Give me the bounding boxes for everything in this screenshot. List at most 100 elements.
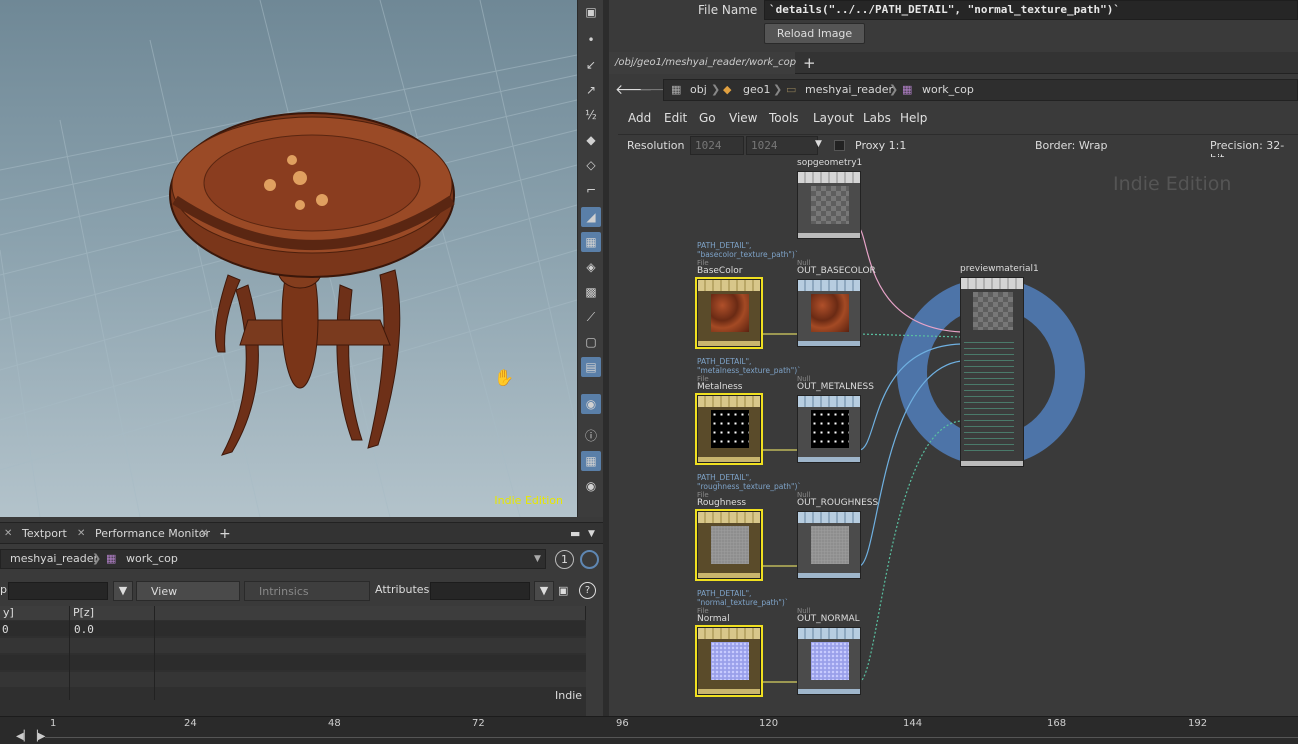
options-icon[interactable]: ▣ — [558, 581, 574, 601]
breadcrumb-meshyai-reader[interactable]: meshyai_reader — [805, 81, 893, 99]
geometry-icon[interactable]: ◈ — [581, 257, 601, 277]
group-filter-input[interactable] — [8, 582, 108, 600]
link-icon[interactable] — [580, 550, 599, 569]
funnel-icon[interactable]: ▼ — [534, 581, 554, 601]
paint-icon[interactable]: ◆ — [581, 130, 601, 150]
pane-menu-icon[interactable]: ▬ — [570, 525, 580, 543]
table-row[interactable]: 0 0.0 — [0, 621, 586, 636]
scene-viewport[interactable]: ✋ Indie Edition — [0, 0, 577, 517]
timeline-tick: 120 — [759, 718, 779, 729]
menu-tools[interactable]: Tools — [769, 111, 799, 125]
obj-icon: ▦ — [671, 83, 682, 96]
table-row — [0, 655, 586, 670]
intrinsics-dropdown[interactable]: Intrinsics — [244, 581, 370, 601]
network-editor[interactable]: Indie Edition sopgeometry1 PATH_DETAIL",… — [609, 157, 1298, 716]
resolution-height-field[interactable]: 1024 — [746, 136, 818, 155]
point-icon[interactable]: • — [581, 30, 601, 50]
menu-layout[interactable]: Layout — [813, 111, 854, 125]
spreadsheet-indie-watermark: Indie — [555, 689, 583, 702]
help-icon[interactable]: ? — [579, 582, 596, 599]
timeline-tick: 192 — [1188, 718, 1208, 729]
camera-icon[interactable]: ▣ — [581, 2, 601, 22]
proxy-checkbox[interactable] — [834, 140, 845, 151]
node-label: OUT_NORMAL — [797, 614, 860, 624]
breadcrumb-obj[interactable]: obj — [690, 81, 707, 99]
node-out-basecolor[interactable] — [797, 279, 861, 347]
close-icon[interactable]: ✕ — [77, 525, 85, 543]
attributes-label: Attributes: — [375, 583, 434, 596]
column-header-pz[interactable]: P[z] — [70, 606, 155, 620]
pin-badge[interactable]: 1 — [555, 550, 574, 569]
file-name-field[interactable]: `details("../../PATH_DETAIL", "normal_te… — [764, 0, 1298, 20]
tab-performance-monitor[interactable]: Performance Monitor — [95, 525, 210, 543]
menu-add[interactable]: Add — [628, 111, 651, 125]
breadcrumb-meshyai-reader[interactable]: meshyai_reader — [10, 550, 98, 568]
brush-icon[interactable]: ↙ — [581, 55, 601, 75]
node-metalness[interactable] — [697, 395, 761, 463]
timeline-tick: 168 — [1047, 718, 1067, 729]
chevron-down-icon[interactable]: ▼ — [815, 139, 822, 149]
grid-layout-icon[interactable]: ▦ — [581, 451, 601, 471]
timeline-tick: 48 — [328, 718, 341, 729]
add-tab-button[interactable]: + — [219, 525, 231, 543]
menu-view[interactable]: View — [729, 111, 757, 125]
node-label: Roughness — [697, 498, 747, 508]
column-header-y[interactable]: y] — [0, 606, 70, 620]
frame-icon[interactable]: ▢ — [581, 332, 601, 352]
add-tab-button[interactable]: + — [803, 54, 816, 72]
corner-icon[interactable]: ⌐ — [581, 180, 601, 200]
node-label: OUT_METALNESS — [797, 382, 874, 392]
view-dropdown[interactable]: View — [136, 581, 240, 601]
chevron-down-icon[interactable]: ▼ — [588, 525, 595, 543]
chevron-down-icon[interactable]: ▼ — [534, 550, 541, 568]
chevron-right-icon: ❯ — [711, 83, 721, 96]
breadcrumb-geo1[interactable]: geo1 — [743, 81, 770, 99]
tab-textport[interactable]: Textport — [22, 525, 67, 543]
node-out-metalness[interactable] — [797, 395, 861, 463]
resolution-label: Resolution — [627, 139, 685, 152]
node-previewmaterial1[interactable] — [960, 277, 1024, 467]
node-out-normal[interactable] — [797, 627, 861, 695]
breadcrumb-work-cop[interactable]: work_cop — [922, 81, 974, 99]
step-forward-icon[interactable]: ▕▶ — [30, 731, 45, 742]
pick-icon[interactable]: ↗ — [581, 80, 601, 100]
border-mode-label[interactable]: Border: Wrap — [1035, 139, 1108, 152]
node-roughness[interactable] — [697, 511, 761, 579]
proxy-label: Proxy 1:1 — [855, 139, 907, 152]
close-icon[interactable]: ✕ — [4, 525, 12, 543]
node-label: Normal — [697, 614, 730, 624]
reload-image-button[interactable]: Reload Image — [764, 23, 865, 44]
node-sopgeometry1[interactable] — [797, 171, 861, 239]
attributes-input[interactable] — [430, 582, 530, 600]
close-icon[interactable]: ✕ — [200, 525, 208, 543]
network-path-bar: 🡐 🡒 ▦ obj ❯ ◆ geo1 ❯ ▭ meshyai_reader ❯ … — [609, 77, 1298, 105]
eye-icon[interactable]: ◉ — [581, 476, 601, 496]
menu-edit[interactable]: Edit — [664, 111, 687, 125]
timeline-bar[interactable]: ◀▏ ▕▶ 1 24 48 72 96 120 144 168 192 — [0, 716, 1298, 744]
menu-help[interactable]: Help — [900, 111, 927, 125]
snap-icon[interactable]: ½ — [581, 105, 601, 125]
node-label: BaseColor — [697, 266, 743, 276]
tab-network-work-cop[interactable]: /obj/geo1/meshyai_reader/work_cop ✕ — [609, 52, 796, 90]
uv-icon[interactable]: ▩ — [581, 282, 601, 302]
breadcrumb-work-cop[interactable]: work_cop — [126, 550, 178, 568]
resolution-width-field[interactable]: 1024 — [690, 136, 744, 155]
texture-icon[interactable]: ▦ — [581, 232, 601, 252]
node-out-roughness[interactable] — [797, 511, 861, 579]
info-icon[interactable]: ⓘ — [581, 426, 601, 446]
node-basecolor[interactable] — [697, 279, 761, 347]
bucket-icon[interactable]: ◇ — [581, 155, 601, 175]
measure-icon[interactable]: ⟋ — [581, 307, 601, 327]
light-icon[interactable]: ◉ — [581, 394, 601, 414]
background-icon[interactable]: ▤ — [581, 357, 601, 377]
lower-pane-tabs: ✕ Textport ✕ Performance Monitor ✕ + ▬ ▼ — [0, 522, 603, 544]
shading-icon[interactable]: ◢ — [581, 207, 601, 227]
file-name-label: File Name — [698, 3, 758, 17]
menu-go[interactable]: Go — [699, 111, 716, 125]
node-normal[interactable] — [697, 627, 761, 695]
node-label: OUT_ROUGHNESS — [797, 498, 879, 508]
funnel-icon[interactable]: ▼ — [113, 581, 133, 601]
menu-labs[interactable]: Labs — [863, 111, 891, 125]
node-input-list — [964, 338, 1014, 456]
hand-cursor-icon: ✋ — [494, 368, 514, 387]
